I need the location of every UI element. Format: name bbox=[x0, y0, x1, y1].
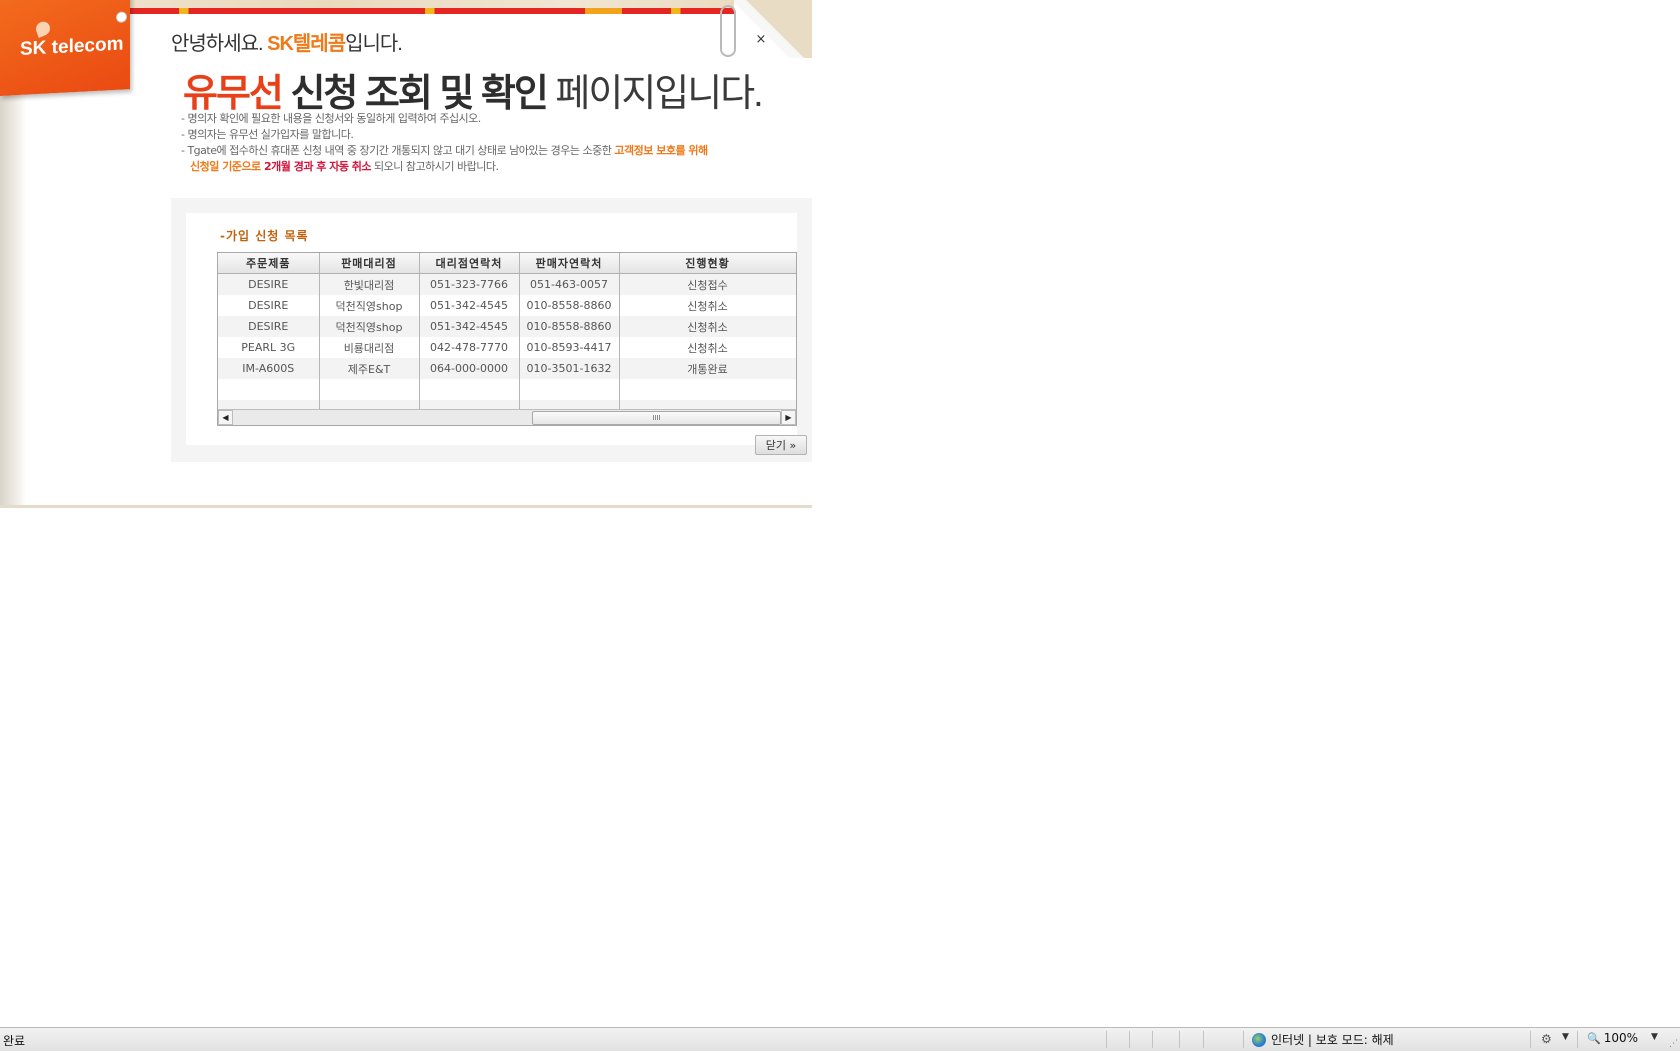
table-row-empty bbox=[218, 379, 796, 400]
table-cell: PEARL 3G bbox=[218, 337, 320, 358]
table-cell: 비룡대리점 bbox=[319, 337, 420, 358]
status-divider bbox=[1577, 1031, 1578, 1048]
application-list-box: -가입 신청 목록 주문제품 판매대리점 대리점연락처 판매자연락처 진행현황 bbox=[171, 198, 812, 462]
table-cell: DESIRE bbox=[218, 273, 320, 295]
notice-line-3-text: - Tgate에 접수하신 휴대폰 신청 내역 중 장기간 개통되지 않고 대기… bbox=[181, 144, 615, 157]
logo-tag: SK telecom bbox=[0, 0, 130, 96]
protected-mode-icon[interactable]: ⚙ bbox=[1541, 1032, 1552, 1046]
notice-highlight-date: 신청일 기준으로 bbox=[190, 160, 264, 173]
table-cell: 신청취소 bbox=[619, 337, 796, 358]
greeting-prefix: 안녕하세요. bbox=[171, 33, 264, 55]
column-header[interactable]: 진행현황 bbox=[619, 253, 796, 274]
notice-highlight-cancel: 2개월 경과 후 자동 취소 bbox=[264, 160, 372, 173]
column-header[interactable]: 주문제품 bbox=[218, 253, 320, 274]
table-cell: 051-342-4545 bbox=[419, 295, 520, 316]
scroll-left-icon[interactable]: ◀ bbox=[218, 410, 233, 425]
table-cell: 010-8593-4417 bbox=[519, 337, 620, 358]
table-cell: 제주E&T bbox=[319, 358, 420, 379]
notice-text: - 명의자 확인에 필요한 내용을 신청서와 동일하게 입력하여 주십시오. -… bbox=[181, 111, 741, 175]
notice-line-2: - 명의자는 유무선 실가입자를 말합니다. bbox=[181, 128, 354, 141]
magnifier-icon: 🔍 bbox=[1587, 1032, 1601, 1045]
close-icon[interactable]: × bbox=[752, 31, 770, 49]
table-cell: 010-8558-8860 bbox=[519, 295, 620, 316]
table-row[interactable]: PEARL 3G 비룡대리점 042-478-7770 010-8593-441… bbox=[218, 337, 796, 358]
notice-highlight-privacy: 고객정보 보호를 위해 bbox=[614, 144, 708, 157]
status-divider bbox=[1152, 1031, 1153, 1048]
title-bold: 신청 조회 및 확인 bbox=[290, 73, 548, 115]
zoom-level: 100% bbox=[1603, 1031, 1639, 1045]
popup-panel: × SK telecom 안녕하세요. SK텔레콤입니다. 유무선 신청 조회 … bbox=[0, 0, 812, 508]
table-cell: IM-A600S bbox=[218, 358, 320, 379]
notice-line-1: - 명의자 확인에 필요한 내용을 신청서와 동일하게 입력하여 주십시오. bbox=[181, 112, 481, 125]
chevron-down-icon[interactable]: ▼ bbox=[1651, 1032, 1658, 1042]
table-cell: 051-342-4545 bbox=[419, 316, 520, 337]
table-cell: 신청접수 bbox=[619, 273, 796, 295]
greeting: 안녕하세요. SK텔레콤입니다. bbox=[171, 27, 403, 56]
status-divider bbox=[1129, 1031, 1130, 1048]
table-row[interactable]: DESIRE 덕천직영shop 051-342-4545 010-8558-88… bbox=[218, 295, 796, 316]
header-stripe bbox=[130, 8, 745, 14]
tag-hole bbox=[116, 11, 127, 23]
page-title: 유무선 신청 조회 및 확인 페이지입니다. bbox=[183, 62, 764, 117]
table-cell: 042-478-7770 bbox=[419, 337, 520, 358]
table-cell: 개통완료 bbox=[619, 358, 796, 379]
table-cell: 덕천직영shop bbox=[319, 316, 420, 337]
horizontal-scrollbar[interactable]: ◀ IIII ▶ bbox=[218, 409, 796, 425]
status-divider bbox=[1243, 1031, 1244, 1048]
zoom-control[interactable]: 🔍 100% bbox=[1587, 1031, 1638, 1045]
status-divider bbox=[1179, 1031, 1180, 1048]
table-cell: 한빛대리점 bbox=[319, 273, 420, 295]
zone-label: 인터넷 | 보호 모드: 해제 bbox=[1271, 1033, 1394, 1047]
page-corner-fold bbox=[734, 0, 812, 58]
greeting-suffix: 입니다. bbox=[345, 33, 403, 55]
resize-grip-icon[interactable]: ⋰ bbox=[1669, 1039, 1678, 1049]
sk-telecom-logo: SK telecom bbox=[20, 33, 124, 60]
column-header[interactable]: 판매대리점 bbox=[319, 253, 420, 274]
table-row[interactable]: DESIRE 덕천직영shop 051-342-4545 010-8558-88… bbox=[218, 316, 796, 337]
application-table: 주문제품 판매대리점 대리점연락처 판매자연락처 진행현황 DESIRE 한빛대… bbox=[218, 253, 796, 421]
scroll-thumb[interactable]: IIII bbox=[532, 411, 781, 425]
application-grid: 주문제품 판매대리점 대리점연락처 판매자연락처 진행현황 DESIRE 한빛대… bbox=[217, 252, 797, 426]
notice-line-3: - Tgate에 접수하신 휴대폰 신청 내역 중 장기간 개통되지 않고 대기… bbox=[181, 143, 741, 159]
scroll-right-icon[interactable]: ▶ bbox=[781, 410, 796, 425]
table-cell: 010-3501-1632 bbox=[519, 358, 620, 379]
column-header[interactable]: 대리점연락처 bbox=[419, 253, 520, 274]
application-list-inner: -가입 신청 목록 주문제품 판매대리점 대리점연락처 판매자연락처 진행현황 bbox=[186, 213, 807, 455]
table-row[interactable]: DESIRE 한빛대리점 051-323-7766 051-463-0057 신… bbox=[218, 273, 796, 295]
table-cell: 051-323-7766 bbox=[419, 273, 520, 295]
status-divider bbox=[1203, 1031, 1204, 1048]
title-accent: 유무선 bbox=[183, 73, 284, 115]
status-divider bbox=[1106, 1031, 1107, 1048]
status-divider bbox=[1530, 1031, 1531, 1048]
notice-line-4-text: 되오니 참고하시기 바랍니다. bbox=[371, 160, 499, 173]
close-button[interactable]: 닫기 » bbox=[755, 435, 807, 455]
table-cell: 051-463-0057 bbox=[519, 273, 620, 295]
table-cell: 064-000-0000 bbox=[419, 358, 520, 379]
table-header-row: 주문제품 판매대리점 대리점연락처 판매자연락처 진행현황 bbox=[218, 253, 796, 274]
globe-icon bbox=[1252, 1033, 1266, 1047]
title-light: 페이지입니다. bbox=[555, 73, 763, 115]
column-header[interactable]: 판매자연락처 bbox=[519, 253, 620, 274]
table-cell: 010-8558-8860 bbox=[519, 316, 620, 337]
table-cell: 신청취소 bbox=[619, 316, 796, 337]
paper-clip-icon bbox=[720, 5, 736, 57]
table-cell: DESIRE bbox=[218, 295, 320, 316]
list-title: -가입 신청 목록 bbox=[220, 229, 309, 243]
chevron-down-icon[interactable]: ▼ bbox=[1562, 1032, 1569, 1042]
butterfly-icon bbox=[34, 19, 52, 38]
table-cell: DESIRE bbox=[218, 316, 320, 337]
table-row[interactable]: IM-A600S 제주E&T 064-000-0000 010-3501-163… bbox=[218, 358, 796, 379]
status-text: 완료 bbox=[3, 1034, 26, 1048]
table-cell: 신청취소 bbox=[619, 295, 796, 316]
table-cell: 덕천직영shop bbox=[319, 295, 420, 316]
status-bar: 완료 인터넷 | 보호 모드: 해제 ⚙ ▼ 🔍 100% ▼ ⋰ bbox=[0, 1027, 1680, 1051]
greeting-brand: SK텔레콤 bbox=[267, 33, 346, 55]
notice-line-4: 신청일 기준으로 2개월 경과 후 자동 취소 되오니 참고하시기 바랍니다. bbox=[181, 159, 741, 175]
security-zone[interactable]: 인터넷 | 보호 모드: 해제 bbox=[1252, 1031, 1394, 1048]
